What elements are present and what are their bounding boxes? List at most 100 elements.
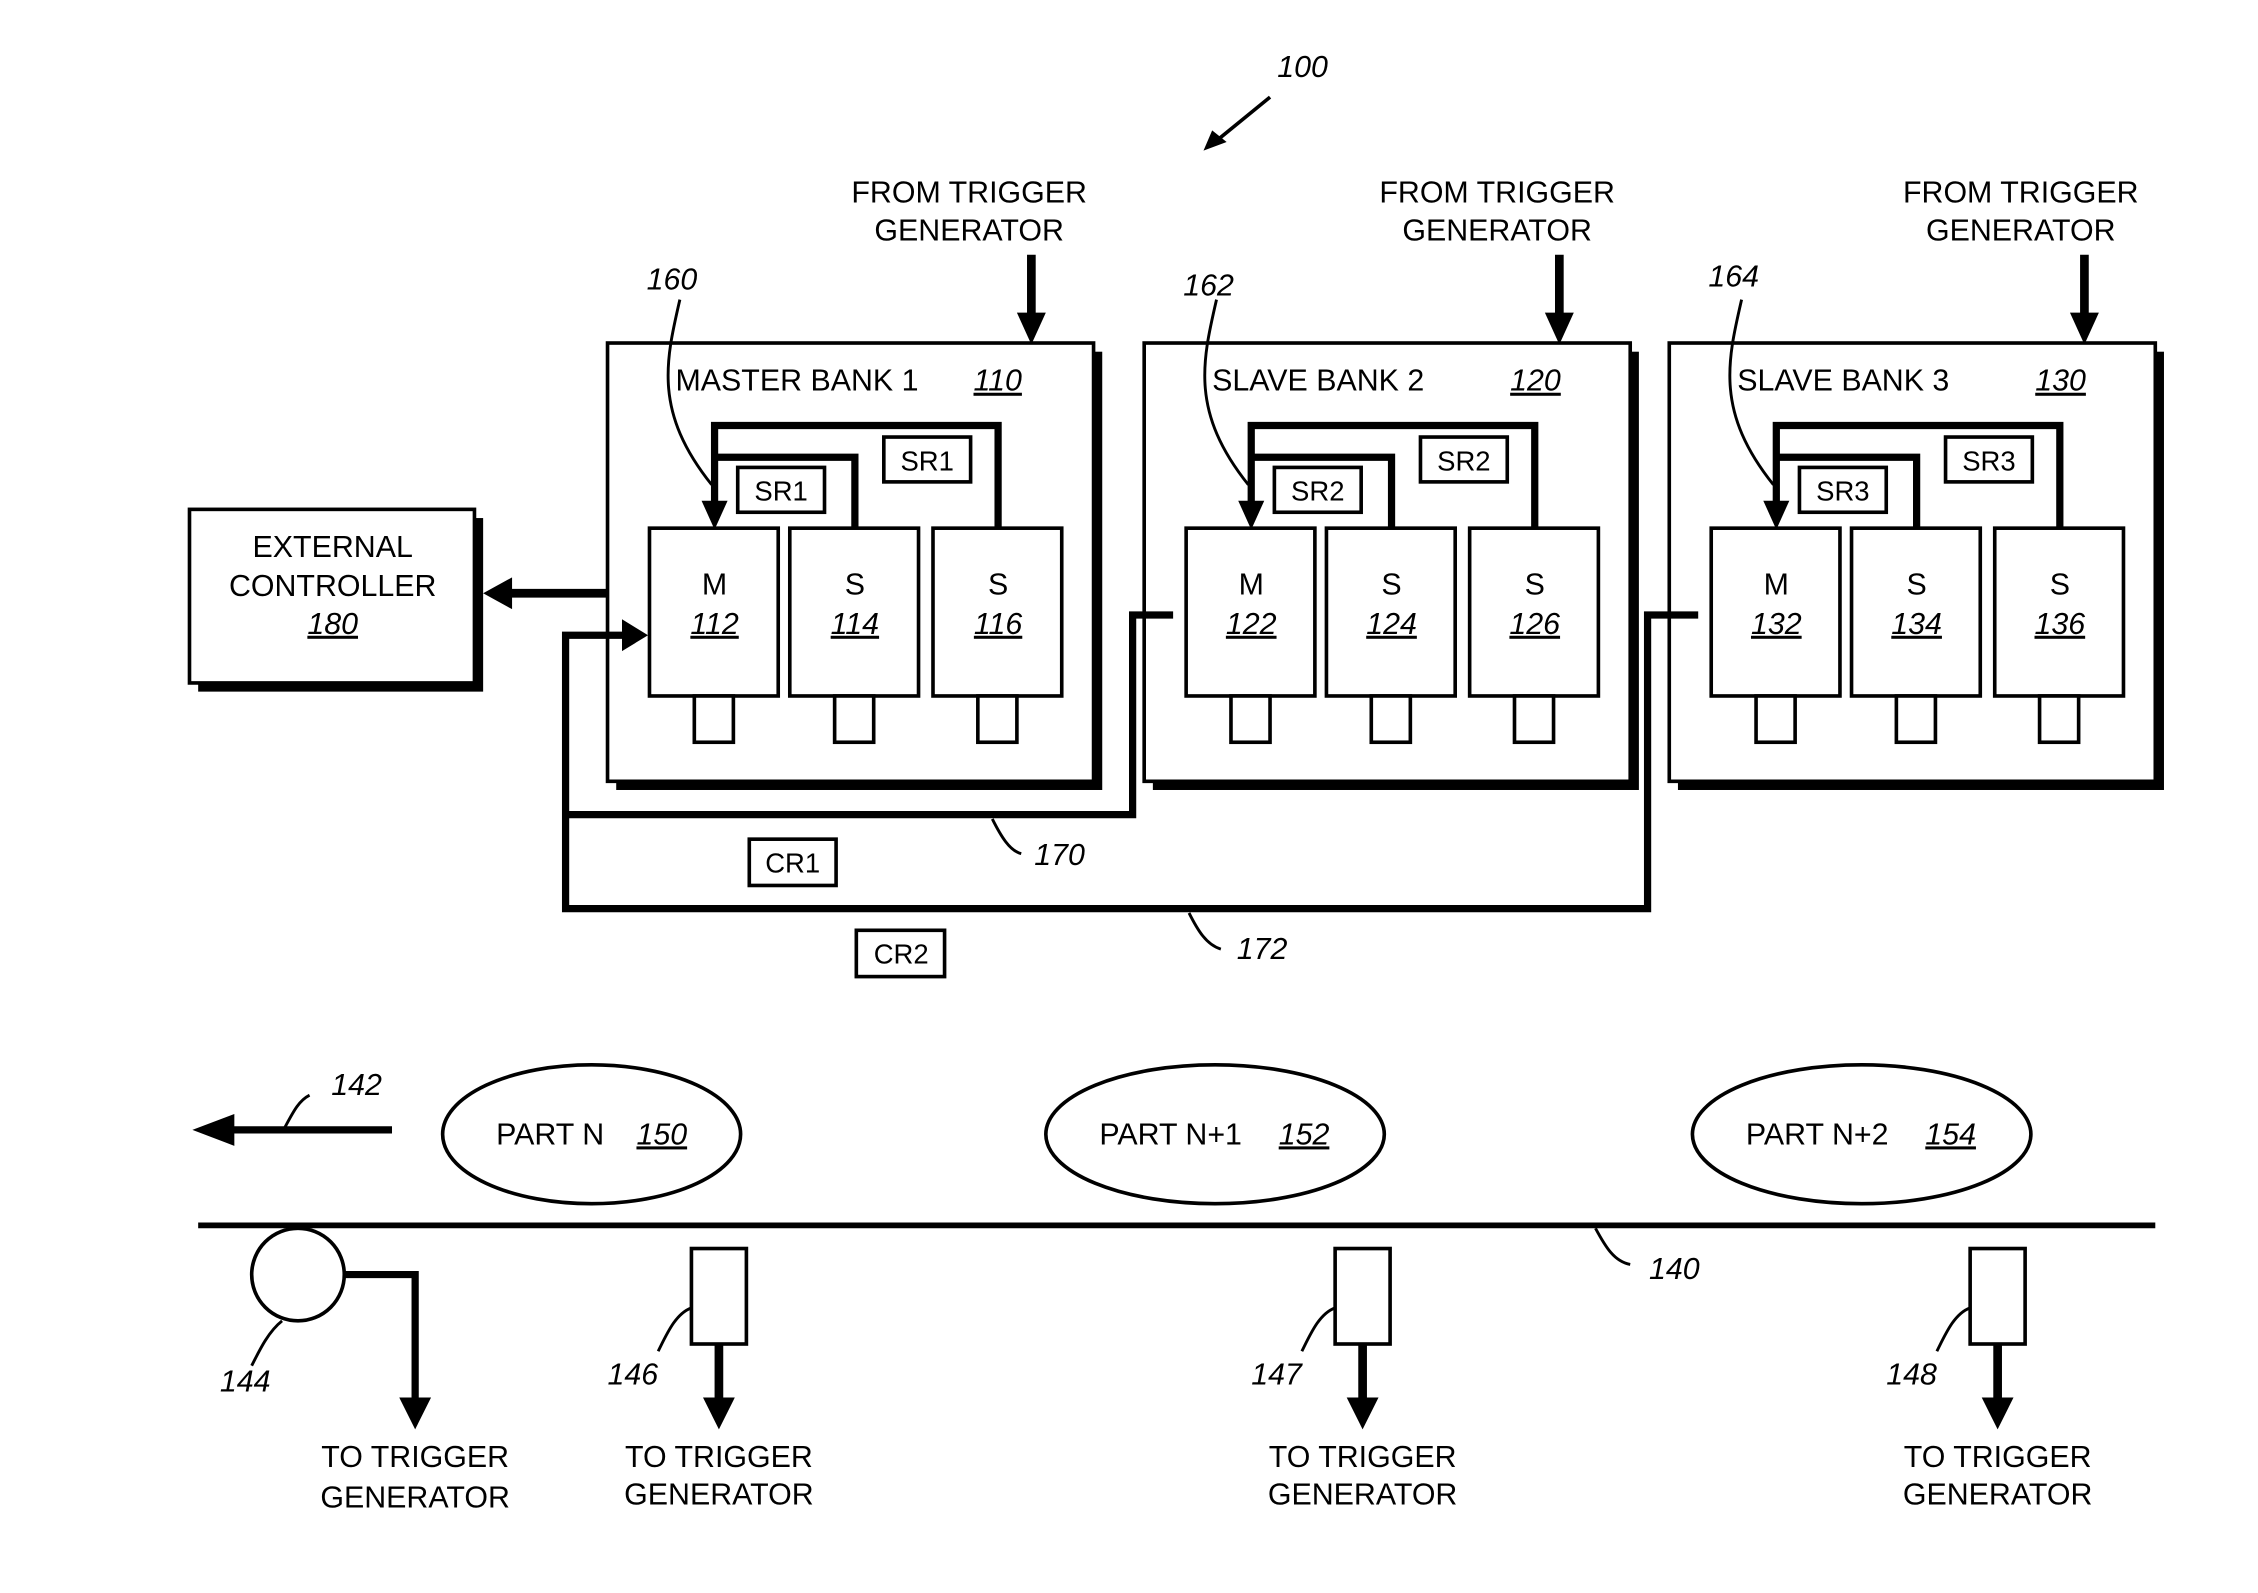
camera-lens xyxy=(2037,694,2081,745)
bank-title: SLAVE BANK 2 xyxy=(1212,365,1424,398)
sensor-output-arrowhead xyxy=(703,1397,735,1430)
trigger-input-arrowhead xyxy=(1016,312,1046,345)
sensor-ref: 146 xyxy=(608,1359,659,1392)
bank-ref: 120 xyxy=(1510,365,1561,398)
sensor-body xyxy=(1333,1246,1392,1346)
leader-ref: 164 xyxy=(1708,261,1759,294)
sensor-trigger-label-2: GENERATOR xyxy=(1268,1479,1458,1512)
patent-diagram: 100 EXTERNAL CONTROLLER 180 FROM TRIGGER… xyxy=(187,51,2164,1514)
camera-ref: 132 xyxy=(1751,608,1802,641)
camera-lens xyxy=(1512,694,1556,745)
sr-label-outer: SR3 xyxy=(1962,445,2015,476)
camera-lens xyxy=(1894,694,1938,745)
bank-3: FROM TRIGGER GENERATOR SLAVE BANK 3 130 M 132… xyxy=(1667,177,2164,790)
external-controller: EXTERNAL CONTROLLER 180 xyxy=(187,507,484,692)
bank-2: FROM TRIGGER GENERATOR SLAVE BANK 2 120 M 122… xyxy=(1142,177,1639,790)
trigger-input-arrowhead xyxy=(2069,312,2099,345)
sensor-trigger-label-1: TO TRIGGER xyxy=(1904,1441,2092,1474)
trigger-input-label-2: GENERATOR xyxy=(1926,214,2116,247)
trigger-input-label-1: FROM TRIGGER xyxy=(1379,177,1615,210)
connection-cr1-leader xyxy=(991,818,1022,856)
cr1-label: CR1 xyxy=(765,847,820,878)
sensor-trigger-label-2: GENERATOR xyxy=(624,1479,814,1512)
camera-lens xyxy=(976,694,1019,745)
leader-ref: 162 xyxy=(1183,269,1234,302)
conveyor-ref: 140 xyxy=(1649,1253,1700,1286)
part-label: PART N xyxy=(496,1118,604,1151)
direction-ref: 142 xyxy=(331,1069,382,1102)
bank-1: FROM TRIGGER GENERATOR MASTER BANK 1 110 M 11… xyxy=(605,177,1103,790)
trigger-input-label-1: FROM TRIGGER xyxy=(851,177,1087,210)
sensor: 146 TO TRIGGER GENERATOR xyxy=(608,1246,814,1512)
sensor-ref: 148 xyxy=(1886,1359,1937,1392)
part: PART N+1 152 xyxy=(1044,1063,1387,1206)
camera-role: S xyxy=(988,569,1008,602)
sr-label-outer: SR1 xyxy=(900,445,953,476)
camera-role: S xyxy=(1525,569,1545,602)
figure-ref-arrow xyxy=(1213,95,1272,144)
encoder-leader xyxy=(250,1319,283,1367)
conveyor: 142 140 PART N 150 PART N+1 152 PART N+2 154 … xyxy=(192,1063,2156,1514)
part: PART N 150 xyxy=(440,1063,743,1206)
parts: PART N 150 PART N+1 152 PART N+2 154 xyxy=(440,1063,2033,1206)
camera-lens xyxy=(1754,694,1797,745)
camera-role: M xyxy=(1239,569,1264,602)
trigger-input-label-2: GENERATOR xyxy=(1402,214,1592,247)
output-to-controller-arrowhead xyxy=(483,577,513,610)
sr-label-inner: SR1 xyxy=(754,476,807,507)
sensor-trigger-label-2: GENERATOR xyxy=(1903,1479,2093,1512)
sensor-trigger-label-1: TO TRIGGER xyxy=(1269,1441,1457,1474)
conveyor-leader xyxy=(1594,1227,1631,1266)
part-ref: 150 xyxy=(636,1118,687,1151)
sensor: 147 TO TRIGGER GENERATOR xyxy=(1251,1246,1458,1512)
sensor-ref: 147 xyxy=(1251,1359,1303,1392)
connection-cr1-ref: 170 xyxy=(1034,839,1085,872)
camera-ref: 112 xyxy=(690,608,739,641)
camera-lens xyxy=(1369,694,1413,745)
camera-lens xyxy=(1229,694,1272,745)
camera-role: S xyxy=(845,569,865,602)
external-controller-ref: 180 xyxy=(307,608,358,641)
camera-lens xyxy=(832,694,876,745)
camera-ref: 134 xyxy=(1891,608,1942,641)
sensors: 146 TO TRIGGER GENERATOR 147 TO TRIGGER GENER… xyxy=(608,1246,2093,1512)
encoder-output-line xyxy=(344,1270,419,1401)
camera-ref: 124 xyxy=(1366,608,1417,641)
sensor-leader xyxy=(656,1306,693,1352)
trigger-input-label-1: FROM TRIGGER xyxy=(1903,177,2139,210)
bank-ref: 130 xyxy=(2035,365,2086,398)
external-controller-label-2: CONTROLLER xyxy=(229,570,437,603)
sr-label-outer: SR2 xyxy=(1437,445,1490,476)
bank-title: SLAVE BANK 3 xyxy=(1737,365,1949,398)
leader-ref: 160 xyxy=(647,263,698,296)
part-label: PART N+1 xyxy=(1099,1118,1242,1151)
direction-arrowhead xyxy=(192,1114,235,1146)
trigger-input-arrowhead xyxy=(1544,312,1574,345)
bank-ref: 110 xyxy=(974,365,1023,398)
camera-role: M xyxy=(702,569,727,602)
banks: FROM TRIGGER GENERATOR MASTER BANK 1 110 M 11… xyxy=(605,177,2164,790)
encoder-trigger-label-1: TO TRIGGER xyxy=(321,1441,509,1474)
encoder-output-arrowhead xyxy=(399,1397,432,1430)
trigger-input-label-2: GENERATOR xyxy=(874,214,1064,247)
cr2-label: CR2 xyxy=(874,939,929,970)
sensor-output-arrowhead xyxy=(1981,1397,2014,1430)
connection-cr2-leader xyxy=(1187,912,1222,951)
camera-ref: 114 xyxy=(831,608,879,641)
sr-label-inner: SR3 xyxy=(1816,476,1869,507)
camera-ref: 122 xyxy=(1226,608,1277,641)
encoder-wheel xyxy=(249,1226,347,1323)
part: PART N+2 154 xyxy=(1690,1063,2033,1206)
camera-ref: 126 xyxy=(1509,608,1560,641)
sr-label-inner: SR2 xyxy=(1291,476,1344,507)
camera-role: S xyxy=(1906,569,1926,602)
sensor-body xyxy=(689,1246,749,1346)
figure-ref-number: 100 xyxy=(1277,51,1328,84)
direction-leader xyxy=(282,1093,311,1131)
camera-role: S xyxy=(1381,569,1401,602)
camera-role: M xyxy=(1764,569,1789,602)
part-ref: 154 xyxy=(1925,1118,1976,1151)
bank-title: MASTER BANK 1 xyxy=(676,365,919,398)
sensor-leader xyxy=(1300,1306,1336,1352)
sensor-output-arrowhead xyxy=(1346,1397,1379,1430)
